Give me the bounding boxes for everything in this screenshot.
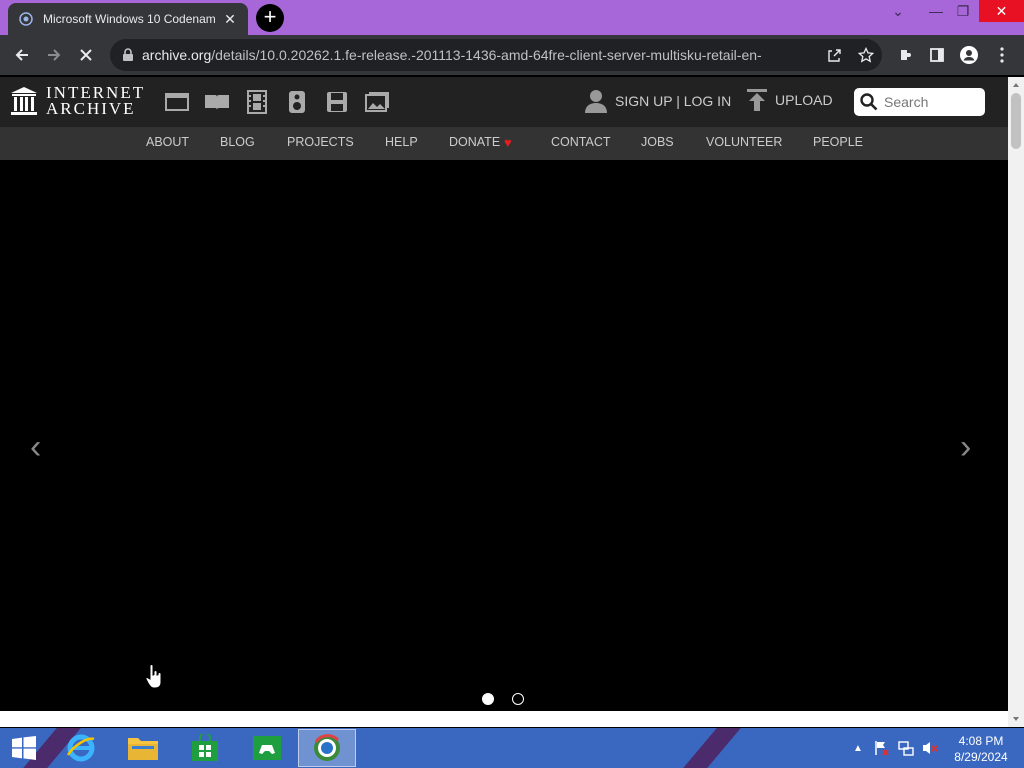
start-button[interactable]	[0, 729, 48, 767]
search-icon	[860, 93, 878, 111]
tab-favicon-icon	[18, 11, 34, 27]
tab-search-icon[interactable]: ⌄	[886, 0, 910, 22]
url-text: archive.org/details/10.0.20262.1.fe-rele…	[142, 47, 782, 63]
taskbar-file-explorer[interactable]	[114, 729, 172, 767]
nav-help[interactable]: HELP	[385, 127, 418, 160]
stop-icon	[80, 49, 92, 61]
profile-avatar-icon[interactable]	[955, 41, 983, 69]
nav-volunteer[interactable]: VOLUNTEER	[706, 127, 782, 160]
page-bottom-strip	[0, 711, 1008, 727]
menu-kebab-icon[interactable]	[988, 41, 1016, 69]
vertical-scrollbar[interactable]	[1008, 77, 1024, 727]
texts-book-icon[interactable]	[204, 90, 230, 114]
web-page: INTERNET ARCHIVE SIGN UP | LOG IN UPLOAD…	[0, 77, 1008, 711]
browser-toolbar: archive.org/details/10.0.20262.1.fe-rele…	[0, 35, 1024, 75]
nav-about[interactable]: ABOUT	[146, 127, 189, 160]
close-window-button[interactable]: ✕	[979, 0, 1024, 22]
carousel-next-icon[interactable]: ›	[960, 427, 971, 467]
new-tab-button[interactable]: +	[256, 4, 284, 32]
carousel-dots	[482, 693, 524, 705]
audio-speaker-icon[interactable]	[284, 90, 310, 114]
taskbar-chrome-active[interactable]	[298, 729, 356, 767]
logo-text: INTERNET ARCHIVE	[46, 84, 145, 118]
stop-loading-button[interactable]	[72, 41, 100, 69]
minimize-button[interactable]: —	[922, 0, 950, 22]
nav-blog[interactable]: BLOG	[220, 127, 255, 160]
user-icon	[585, 90, 607, 113]
search-input[interactable]	[884, 94, 980, 110]
store-bag-icon	[192, 734, 218, 761]
back-arrow-icon	[15, 49, 28, 61]
windows-taskbar: ▲ 4:08 PM 8/29/2024	[0, 728, 1024, 768]
chrome-browser-icon	[314, 734, 340, 761]
windows-logo-icon	[12, 736, 36, 760]
hand-cursor-icon	[145, 664, 163, 695]
bookmark-star-icon[interactable]	[856, 45, 876, 65]
software-floppy-icon[interactable]	[324, 90, 350, 114]
ia-header: INTERNET ARCHIVE SIGN UP | LOG IN UPLOAD…	[0, 77, 1008, 127]
scroll-up-icon	[1013, 83, 1019, 87]
tray-action-center-flag-icon[interactable]	[874, 740, 890, 756]
tab-title: Microsoft Windows 10 Codename	[43, 12, 215, 26]
folder-icon	[128, 738, 158, 760]
carousel-dot-2[interactable]	[512, 693, 524, 705]
video-film-icon[interactable]	[244, 90, 270, 114]
forward-button[interactable]	[40, 41, 68, 69]
address-bar[interactable]: archive.org/details/10.0.20262.1.fe-rele…	[110, 39, 882, 71]
nav-donate[interactable]: DONATE	[449, 127, 500, 160]
browser-titlebar: Microsoft Windows 10 Codename ✕ + ⌄ — ❐ …	[0, 0, 1024, 35]
taskbar-stripe	[666, 728, 758, 768]
xbox-controller-icon	[253, 736, 281, 760]
nav-projects[interactable]: PROJECTS	[287, 127, 354, 160]
url-path: /details/10.0.20262.1.fe-release.-201113…	[211, 47, 762, 63]
lock-icon	[123, 48, 133, 61]
archive-building-icon	[11, 87, 37, 115]
logo-line-archive: ARCHIVE	[46, 99, 136, 118]
clock-date: 8/29/2024	[954, 750, 1008, 764]
tray-network-icon[interactable]	[898, 740, 914, 756]
internet-archive-logo[interactable]: INTERNET ARCHIVE	[10, 84, 145, 118]
images-icon[interactable]	[364, 90, 390, 114]
web-icon[interactable]	[164, 90, 190, 114]
tab-close-icon[interactable]: ✕	[222, 11, 238, 28]
taskbar-store[interactable]	[176, 729, 234, 767]
signup-login-label: SIGN UP | LOG IN	[615, 93, 732, 109]
extensions-icon[interactable]	[892, 41, 920, 69]
upload-arrow-icon	[747, 89, 767, 111]
clock-time: 4:08 PM	[958, 734, 1004, 748]
taskbar-internet-explorer[interactable]	[52, 729, 110, 767]
taskbar-xbox[interactable]	[238, 729, 296, 767]
upload-link[interactable]: UPLOAD	[747, 89, 833, 111]
signup-login-link[interactable]: SIGN UP | LOG IN	[585, 89, 731, 113]
search-box[interactable]	[854, 88, 985, 116]
forward-arrow-icon	[48, 49, 61, 61]
carousel-dot-1[interactable]	[482, 693, 494, 705]
nav-jobs[interactable]: JOBS	[641, 127, 674, 160]
upload-label: UPLOAD	[775, 92, 833, 108]
tray-volume-muted-icon[interactable]	[922, 740, 938, 756]
browser-tab[interactable]: Microsoft Windows 10 Codename ✕	[8, 3, 248, 35]
nav-contact[interactable]: CONTACT	[551, 127, 611, 160]
share-icon[interactable]	[824, 45, 844, 65]
scroll-down-icon	[1013, 717, 1019, 721]
ia-top-nav: ABOUT BLOG PROJECTS HELP DONATE ♥ CONTAC…	[0, 127, 1008, 160]
scrollbar-thumb[interactable]	[1011, 93, 1021, 149]
side-panel-icon[interactable]	[923, 41, 951, 69]
internet-explorer-icon	[66, 734, 95, 762]
carousel-prev-icon[interactable]: ‹	[30, 427, 41, 467]
tray-overflow-chevron-icon[interactable]: ▲	[850, 740, 866, 756]
back-button[interactable]	[8, 41, 36, 69]
donate-heart-icon: ♥	[504, 135, 512, 150]
restore-button[interactable]: ❐	[950, 0, 976, 22]
url-host: archive.org	[142, 47, 212, 63]
taskbar-clock[interactable]: 4:08 PM 8/29/2024	[948, 733, 1014, 765]
nav-people[interactable]: PEOPLE	[813, 127, 863, 160]
